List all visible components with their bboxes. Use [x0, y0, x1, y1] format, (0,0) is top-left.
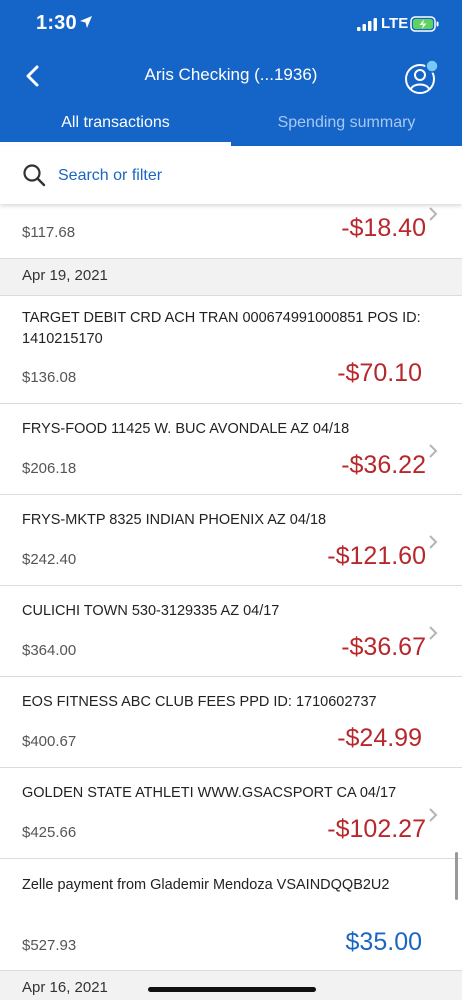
tab-all-transactions[interactable]: All transactions	[0, 114, 231, 132]
running-balance: $425.66	[22, 824, 77, 841]
transaction-description: GOLDEN STATE ATHLETI WWW.GSACSPORT CA 04…	[22, 785, 397, 801]
transaction-row[interactable]: FRYS-MKTP 8325 INDIAN PHOENIX AZ 04/18 $…	[0, 495, 462, 586]
chevron-right-icon	[429, 535, 438, 549]
app-header: 1:30 LTE Aris Checking (...1936) All tra…	[0, 0, 462, 146]
transaction-row[interactable]: TARGET DEBIT CRD ACH TRAN 00067499100085…	[0, 296, 462, 404]
chevron-right-icon	[429, 808, 438, 822]
transaction-amount: -$36.22	[341, 451, 426, 479]
running-balance: $364.00	[22, 642, 77, 659]
tab-spending-summary[interactable]: Spending summary	[231, 114, 462, 132]
home-indicator[interactable]	[148, 987, 316, 992]
chevron-right-icon	[429, 207, 438, 221]
transaction-row[interactable]: GOLDEN STATE ATHLETI WWW.GSACSPORT CA 04…	[0, 768, 462, 859]
transaction-amount: -$18.40	[341, 214, 426, 242]
transaction-description: Zelle payment from Glademir Mendoza VSAI…	[22, 877, 390, 893]
date-header: Apr 19, 2021	[0, 259, 462, 296]
location-arrow-icon	[80, 16, 92, 28]
transaction-amount: -$36.67	[341, 633, 426, 661]
battery-charging-icon	[410, 16, 439, 32]
running-balance: $242.40	[22, 551, 77, 568]
transaction-description: TARGET DEBIT CRD ACH TRAN 00067499100085…	[22, 310, 421, 347]
chevron-right-icon	[429, 626, 438, 640]
chevron-right-icon	[429, 444, 438, 458]
running-balance: $400.67	[22, 733, 77, 750]
network-type: LTE	[381, 15, 409, 32]
running-balance: $527.93	[22, 937, 77, 954]
status-time: 1:30	[36, 12, 77, 34]
transaction-row[interactable]: FRYS-FOOD 11425 W. BUC AVONDALE AZ 04/18…	[0, 404, 462, 495]
search-input[interactable]	[56, 162, 420, 190]
status-bar: 1:30 LTE	[0, 0, 462, 48]
transaction-description: EOS FITNESS ABC CLUB FEES PPD ID: 171060…	[22, 694, 377, 710]
running-balance: $206.18	[22, 460, 77, 477]
date-label: Apr 16, 2021	[22, 979, 108, 996]
transaction-amount: -$24.99	[337, 724, 422, 752]
transaction-description: FRYS-FOOD 11425 W. BUC AVONDALE AZ 04/18	[22, 421, 350, 437]
running-balance: $136.08	[22, 369, 77, 386]
nav-bar: Aris Checking (...1936)	[0, 54, 462, 98]
cellular-signal-icon	[357, 18, 377, 31]
profile-notification-icon[interactable]	[403, 58, 441, 96]
transaction-amount: -$102.27	[327, 815, 426, 843]
transaction-row[interactable]: $117.68 -$18.40	[0, 204, 462, 259]
transaction-description: CULICHI TOWN 530-3129335 AZ 04/17	[22, 603, 280, 619]
search-bar	[0, 146, 462, 204]
date-header: Apr 16, 2021	[0, 971, 462, 1000]
transaction-description: FRYS-MKTP 8325 INDIAN PHOENIX AZ 04/18	[22, 512, 327, 528]
transaction-amount: -$70.10	[337, 359, 422, 387]
account-title: Aris Checking (...1936)	[144, 65, 318, 84]
transaction-amount: $35.00	[345, 928, 422, 956]
running-balance: $117.68	[22, 224, 76, 241]
search-icon	[23, 164, 46, 187]
transaction-row[interactable]: EOS FITNESS ABC CLUB FEES PPD ID: 171060…	[0, 677, 462, 768]
tab-bar: All transactions Spending summary	[0, 104, 462, 146]
transaction-row[interactable]: Zelle payment from Glademir Mendoza VSAI…	[0, 859, 462, 971]
date-label: Apr 19, 2021	[22, 267, 108, 284]
transaction-row[interactable]: CULICHI TOWN 530-3129335 AZ 04/17 $364.0…	[0, 586, 462, 677]
scrollbar[interactable]	[455, 852, 458, 900]
transaction-list: $117.68 -$18.40 Apr 19, 2021 TARGET DEBI…	[0, 204, 462, 1000]
transaction-amount: -$121.60	[327, 542, 426, 570]
